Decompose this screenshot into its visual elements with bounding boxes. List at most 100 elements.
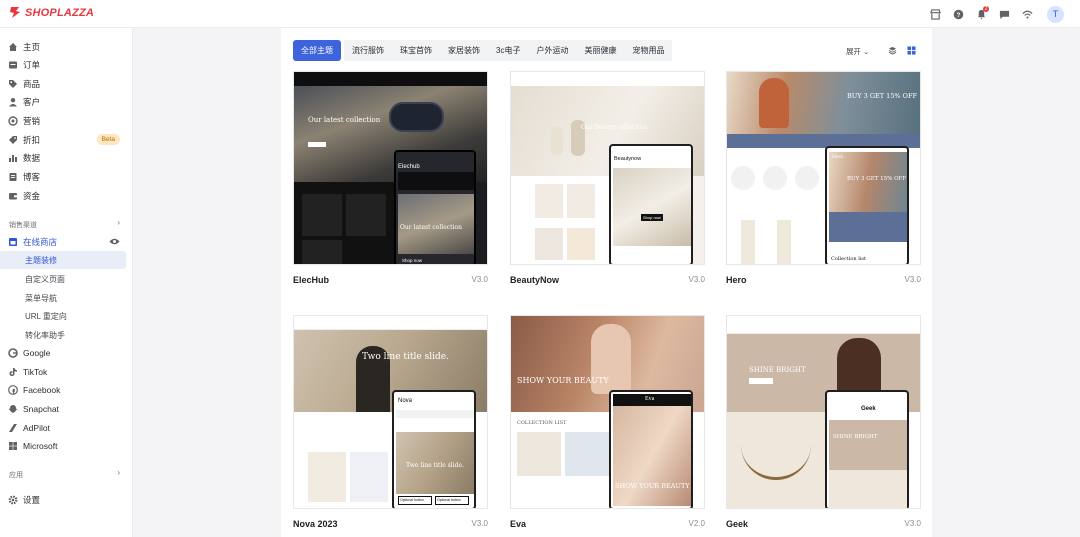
theme-preview[interactable]: Our Beauty collection Beautynow Shop now: [510, 71, 705, 265]
eye-icon[interactable]: [109, 237, 120, 246]
hero-sub-text: Our latest collection: [400, 224, 462, 231]
sidebar-item-marketing[interactable]: 营销: [0, 112, 133, 130]
sidebar-item-label: 在线商店: [23, 237, 58, 247]
sidebar-item-products[interactable]: 商品: [0, 75, 133, 93]
sidebar-item-facebook[interactable]: Facebook: [0, 381, 133, 399]
sidebar-sub-url-redirect[interactable]: URL 重定向: [25, 307, 126, 325]
store-icon[interactable]: [924, 3, 947, 26]
sidebar-item-blog[interactable]: 博客: [0, 168, 133, 186]
optional-button-1: Optional button: [400, 498, 424, 502]
mobile-title: Nova: [398, 398, 413, 404]
sidebar-item-snapchat[interactable]: Snapchat: [0, 400, 133, 418]
theme-preview[interactable]: Two line title slide. Nova Two line titl…: [293, 315, 488, 509]
top-bar: SHOPLAZZA ? 2 T: [0, 0, 1080, 28]
theme-preview[interactable]: SHOW YOUR BEAUTY COLLECTION LIST Eva SHO…: [510, 315, 705, 509]
sidebar-sub-custom-pages[interactable]: 自定义页面: [25, 270, 126, 288]
shoplazza-logo-icon: [10, 7, 20, 18]
adpilot-icon: [8, 423, 18, 433]
tab-fashion[interactable]: 流行服饰: [344, 40, 392, 61]
tab-home-decor[interactable]: 家居装饰: [440, 40, 488, 61]
avatar[interactable]: T: [1047, 5, 1064, 23]
chevron-right-icon[interactable]: ›: [117, 218, 120, 227]
grid-icon: [906, 45, 916, 55]
theme-preview[interactable]: BUY 3 GET 15% OFF Hero BUY 3 GET 15% OFF…: [726, 71, 921, 265]
sidebar-item-customers[interactable]: 客户: [0, 93, 133, 111]
optional-button-2: Optional button: [437, 498, 461, 502]
theme-version: V3.0: [471, 275, 488, 284]
mobile-title: Hero: [832, 154, 843, 160]
brand-name: SHOPLAZZA: [25, 6, 95, 19]
mobile-title: Eva: [645, 396, 655, 402]
mobile-title: Beautynow: [614, 156, 642, 162]
sidebar-item-tiktok[interactable]: TikTok: [0, 363, 133, 381]
sidebar-item-finance[interactable]: 资金: [0, 187, 133, 205]
sidebar-item-analytics[interactable]: 数据: [0, 149, 133, 167]
sidebar-item-label: 资金: [23, 191, 41, 201]
tab-outdoor[interactable]: 户外运动: [528, 40, 577, 61]
theme-name: Eva: [510, 519, 527, 529]
hero-text: Our Beauty collection: [581, 124, 648, 131]
sidebar: 主页 订单 商品 客户 营销 折扣 Beta 数据 博客 资金 销售渠道 › 在…: [0, 28, 133, 537]
sidebar-item-label: 客户: [23, 97, 41, 107]
user-icon: [8, 97, 18, 107]
tab-beauty[interactable]: 美丽健康: [576, 40, 625, 61]
theme-preview[interactable]: Our latest collection Elechub Our latest…: [293, 71, 488, 265]
theme-version: V3.0: [904, 275, 921, 284]
mobile-title: Elechub: [398, 164, 420, 170]
bell-icon[interactable]: 2: [970, 3, 993, 26]
sidebar-item-microsoft[interactable]: Microsoft: [0, 437, 133, 455]
sidebar-item-label: 商品: [23, 79, 41, 89]
sidebar-sub-theme-design[interactable]: 主题装修: [0, 251, 126, 269]
tag-icon: [8, 79, 18, 89]
theme-name: BeautyNow: [510, 275, 560, 285]
sidebar-item-google[interactable]: Google: [0, 344, 133, 362]
tab-all[interactable]: 全部主题: [293, 40, 341, 61]
order-icon: [8, 60, 18, 70]
hero-sub-text: Two line title slide.: [406, 462, 464, 469]
sidebar-item-orders[interactable]: 订单: [0, 56, 133, 74]
sidebar-item-label: Microsoft: [23, 441, 58, 451]
tab-electronics[interactable]: 3c电子: [488, 40, 529, 61]
sidebar-item-label: 博客: [23, 172, 41, 182]
sidebar-item-online-store[interactable]: 在线商店: [0, 233, 133, 251]
wallet-icon: [8, 191, 18, 201]
gear-icon: [8, 495, 18, 505]
sidebar-item-label: 折扣: [23, 135, 41, 145]
chevron-right-icon[interactable]: ›: [117, 468, 120, 477]
expand-label: 展开: [846, 47, 861, 56]
sidebar-item-label: 数据: [23, 153, 41, 163]
tab-pets[interactable]: 宠物用品: [624, 40, 673, 61]
help-icon[interactable]: ?: [947, 3, 970, 26]
sidebar-item-home[interactable]: 主页: [0, 38, 133, 56]
sidebar-sub-conversion[interactable]: 转化率助手: [25, 326, 126, 344]
layers-view-button[interactable]: [882, 40, 902, 60]
section-title: Collection list: [831, 256, 866, 262]
google-icon: [8, 348, 18, 358]
mobile-title: Geek: [861, 406, 876, 412]
message-icon[interactable]: [993, 3, 1016, 26]
tab-jewelry[interactable]: 珠宝首饰: [392, 40, 440, 61]
brand-logo[interactable]: SHOPLAZZA: [9, 6, 94, 19]
theme-store-panel: 全部主题 流行服饰 珠宝首饰 家居装饰 3c电子 户外运动 美丽健康 宠物用品 …: [281, 28, 932, 537]
hero-text: SHINE BRIGHT: [749, 366, 806, 374]
sidebar-item-discounts[interactable]: 折扣 Beta: [0, 131, 133, 149]
expand-toggle[interactable]: 展开 ⌄: [846, 46, 869, 57]
sales-channels-label: 销售渠道: [9, 222, 37, 229]
grid-view-button[interactable]: [901, 40, 921, 60]
tiktok-icon: [8, 367, 18, 377]
theme-version: V3.0: [904, 519, 921, 528]
category-tabs: 全部主题 流行服饰 珠宝首饰 家居装饰 3c电子 户外运动 美丽健康 宠物用品: [293, 40, 673, 61]
theme-name: ElecHub: [293, 275, 330, 285]
sidebar-item-adpilot[interactable]: AdPilot: [0, 419, 133, 437]
store-icon: [8, 237, 18, 247]
theme-version: V2.0: [688, 519, 705, 528]
sidebar-item-settings[interactable]: 设置: [0, 491, 133, 509]
theme-preview[interactable]: SHINE BRIGHT Geek SHINE BRIGHT: [726, 315, 921, 509]
wifi-icon[interactable]: [1016, 3, 1039, 26]
sidebar-item-label: Snapchat: [23, 404, 59, 414]
sidebar-sub-menu-nav[interactable]: 菜单导航: [25, 289, 126, 307]
home-icon: [8, 42, 18, 52]
snapchat-icon: [8, 404, 18, 414]
hero-text: SHOW YOUR BEAUTY: [517, 376, 609, 385]
microsoft-icon: [8, 441, 18, 451]
